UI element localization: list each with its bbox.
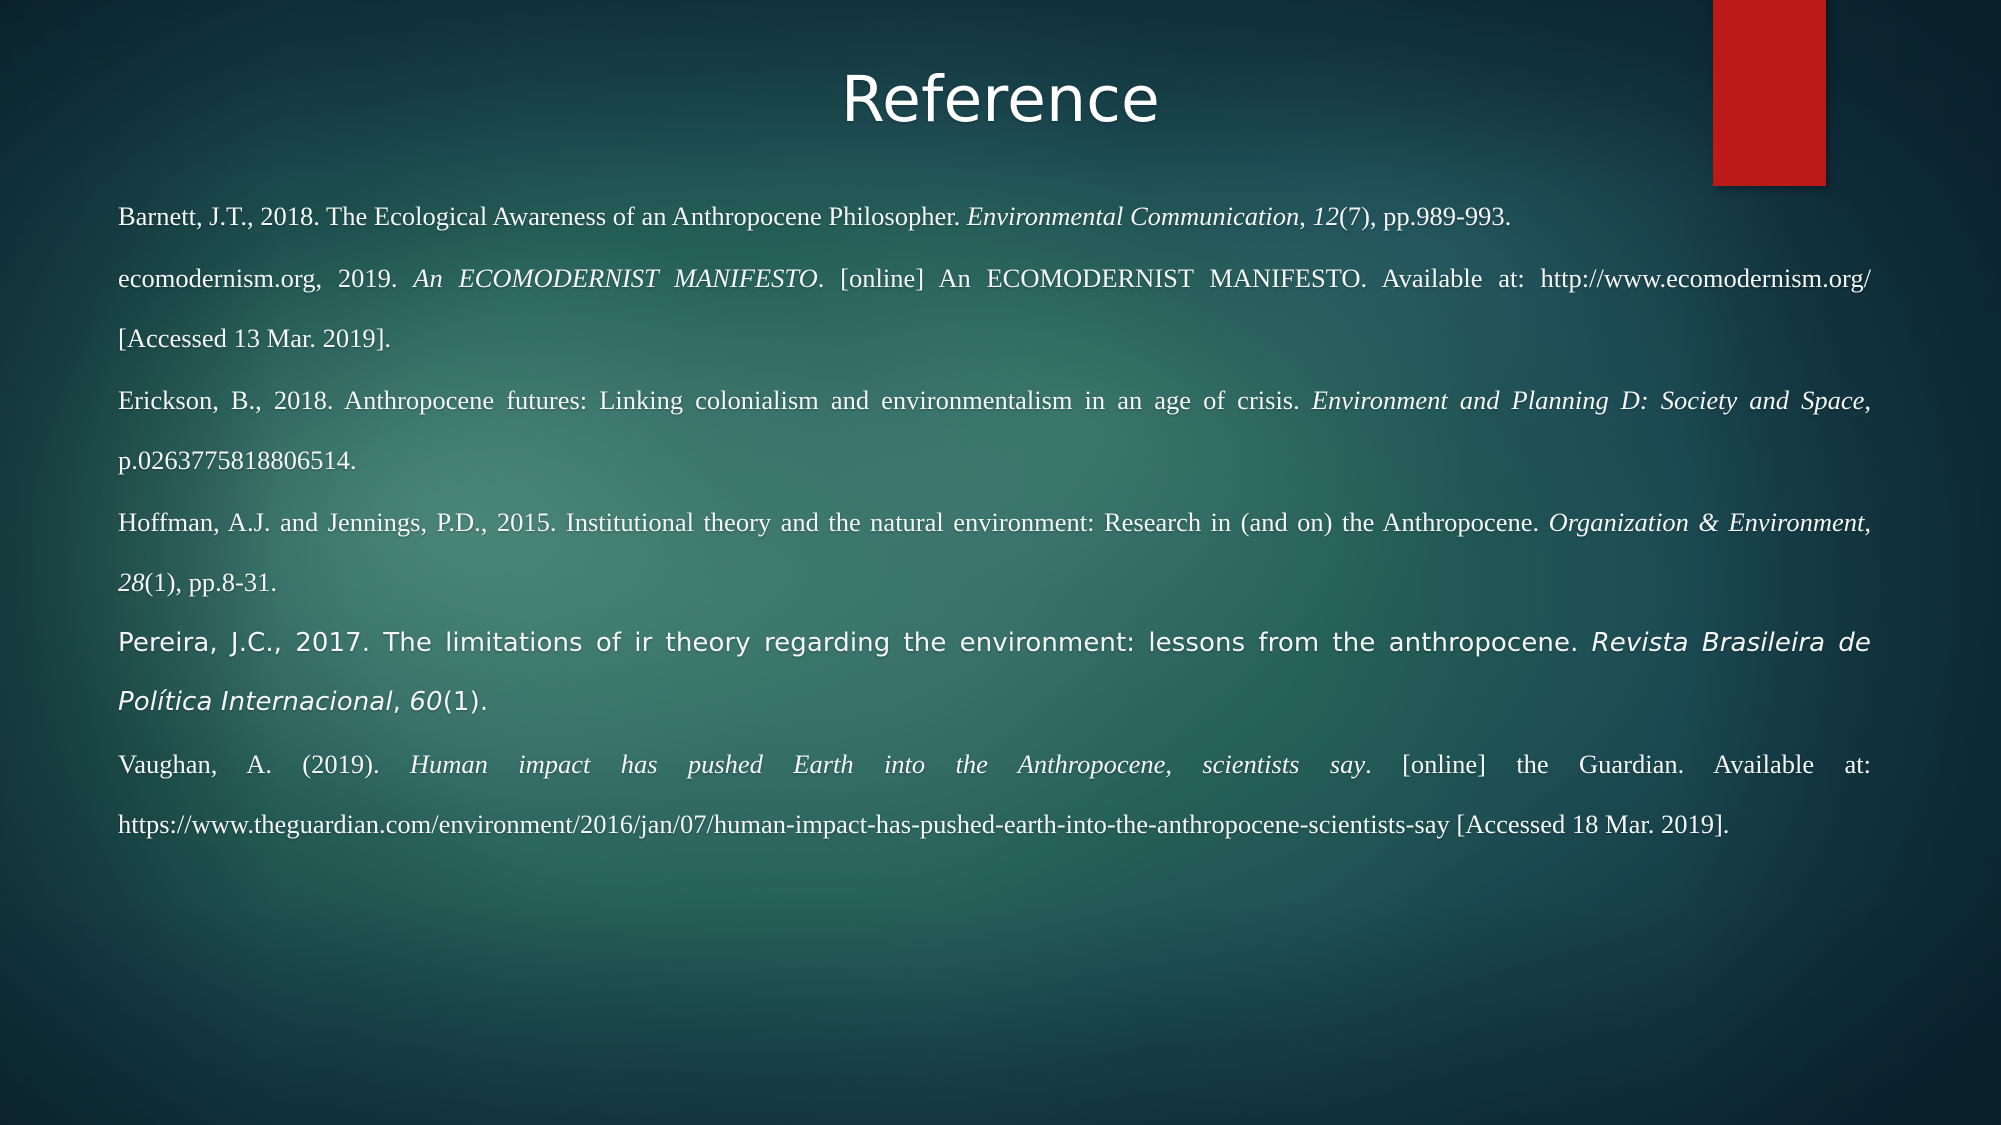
reference-text: , bbox=[1864, 507, 1871, 537]
reference-title-italic: 12 bbox=[1312, 201, 1340, 231]
reference-entry: Hoffman, A.J. and Jennings, P.D., 2015. … bbox=[118, 492, 1871, 612]
reference-title-italic: 60 bbox=[409, 687, 443, 717]
reference-entry: Erickson, B., 2018. Anthropocene futures… bbox=[118, 370, 1871, 490]
reference-text: (1), pp.8-31. bbox=[144, 567, 277, 597]
reference-text: , bbox=[392, 687, 410, 717]
reference-entry: Vaughan, A. (2019). Human impact has pus… bbox=[118, 734, 1871, 854]
reference-title-italic: Organization & Environment bbox=[1548, 507, 1865, 537]
reference-text: Erickson, B., 2018. Anthropocene futures… bbox=[118, 385, 1312, 415]
reference-text: (7), pp.989-993. bbox=[1339, 201, 1512, 231]
reference-text: Barnett, J.T., 2018. The Ecological Awar… bbox=[118, 201, 967, 231]
reference-title-italic: Human impact has pushed Earth into the A… bbox=[409, 749, 1366, 779]
reference-list: Barnett, J.T., 2018. The Ecological Awar… bbox=[118, 186, 1871, 856]
reference-entry: ecomodernism.org, 2019. An ECOMODERNIST … bbox=[118, 248, 1871, 368]
reference-text: ecomodernism.org, 2019. bbox=[118, 263, 414, 293]
reference-text: , bbox=[1299, 201, 1313, 231]
reference-text: Pereira, J.C., 2017. The limitations of … bbox=[118, 628, 1592, 658]
reference-title-italic: An ECOMODERNIST MANIFESTO bbox=[413, 263, 818, 293]
reference-entry: Pereira, J.C., 2017. The limitations of … bbox=[118, 614, 1871, 732]
reference-title-italic: Environmental Communication bbox=[966, 201, 1300, 231]
reference-entry: Barnett, J.T., 2018. The Ecological Awar… bbox=[118, 186, 1871, 246]
reference-text: Hoffman, A.J. and Jennings, P.D., 2015. … bbox=[118, 507, 1549, 537]
reference-text: (1). bbox=[442, 687, 489, 717]
reference-title-italic: 28 bbox=[118, 567, 145, 597]
reference-title-italic: Environment and Planning D: Society and … bbox=[1311, 385, 1865, 415]
slide-reference: Reference Barnett, J.T., 2018. The Ecolo… bbox=[0, 0, 2001, 1125]
reference-text: Vaughan, A. (2019). bbox=[118, 749, 410, 779]
slide-title: Reference bbox=[840, 63, 1161, 137]
